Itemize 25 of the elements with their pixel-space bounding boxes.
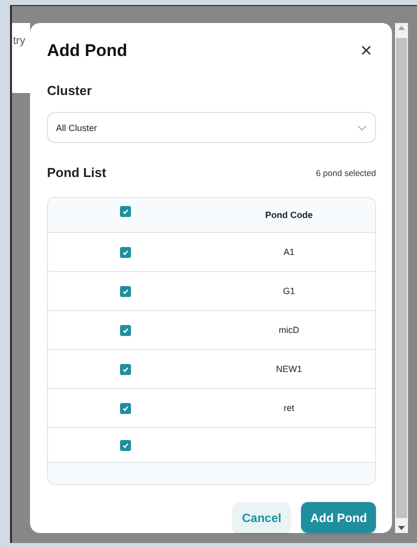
section-label: Pond List (47, 165, 106, 180)
scroll-down-icon[interactable] (398, 526, 405, 530)
dialog-title: Add Pond (47, 41, 128, 61)
checkbox[interactable] (120, 324, 131, 336)
column-header: Pond Code (264, 210, 314, 220)
pond-code: micD (278, 325, 300, 336)
pond-code: A1 (283, 247, 294, 258)
checkbox[interactable] (120, 206, 131, 217)
pond-code: G1 (282, 286, 295, 296)
checkbox[interactable] (120, 286, 131, 297)
scrollbar[interactable] (395, 23, 408, 533)
close-button[interactable]: × (356, 41, 376, 61)
scroll-up-icon[interactable] (398, 26, 405, 30)
chevron-down-icon (357, 124, 367, 131)
checkbox[interactable] (120, 364, 131, 375)
checkbox[interactable] (120, 246, 131, 258)
pond-code: ret (284, 403, 294, 414)
checkbox[interactable] (120, 402, 131, 414)
checkbox[interactable] (120, 440, 131, 451)
selection-count: 6 pond selected (316, 168, 376, 178)
add-pond-button[interactable]: Add Pond (301, 502, 376, 533)
cluster-select[interactable]: All Cluster (47, 112, 376, 144)
pond-code: NEW1 (276, 364, 302, 374)
field-label: Cluster (47, 83, 93, 98)
background-text: try (13, 35, 26, 47)
